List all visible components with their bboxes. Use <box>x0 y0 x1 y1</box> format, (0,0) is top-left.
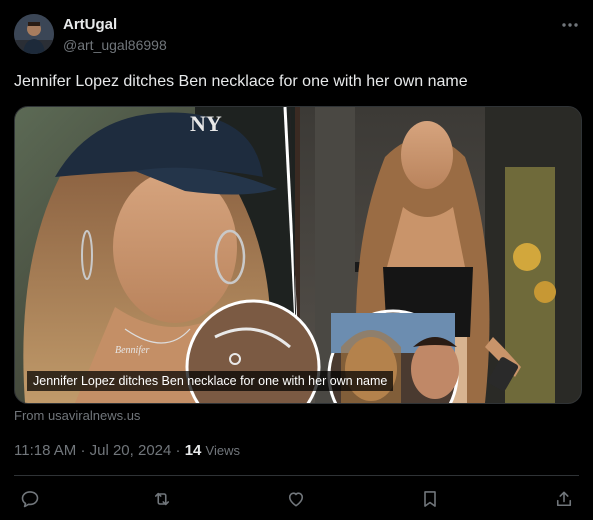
like-button[interactable] <box>285 488 307 510</box>
more-options-button[interactable] <box>556 14 584 36</box>
avatar[interactable] <box>14 14 54 54</box>
source-link[interactable]: From usaviralnews.us <box>14 408 140 423</box>
tweet-text: Jennifer Lopez ditches Ben necklace for … <box>14 73 468 90</box>
reply-button[interactable] <box>19 488 41 510</box>
tweet-time[interactable]: 11:18 AM <box>14 442 76 459</box>
share-icon <box>556 491 572 507</box>
share-button[interactable] <box>553 488 575 510</box>
cap-logo: NY <box>190 111 222 136</box>
bookmark-button[interactable] <box>419 488 441 510</box>
tweet: ArtUgal @art_ugal86998 Jennifer Lopez di… <box>0 0 593 520</box>
retweet-button[interactable] <box>151 488 173 510</box>
views-count: 14 <box>184 442 202 459</box>
reply-icon <box>21 491 39 508</box>
meta-separator: · <box>80 442 86 459</box>
more-dots-icon <box>562 23 578 27</box>
display-name[interactable]: ArtUgal <box>63 16 117 33</box>
action-bar <box>0 484 593 514</box>
media-card[interactable]: NY Bennifer Jennifer Lopez ditches Ben n… <box>14 106 582 404</box>
tweet-date[interactable]: Jul 20, 2024 <box>90 442 172 459</box>
meta-separator: · <box>175 442 181 459</box>
tweet-meta: 11:18 AM · Jul 20, 2024 · 14 Views <box>14 442 240 459</box>
handle[interactable]: @art_ugal86998 <box>63 37 167 53</box>
divider <box>14 475 579 476</box>
bookmark-icon <box>424 491 436 507</box>
necklace-text: Bennifer <box>115 345 150 356</box>
media-image: NY Bennifer <box>15 107 581 403</box>
media-caption: Jennifer Lopez ditches Ben necklace for … <box>27 371 394 391</box>
avatar-image <box>14 14 54 54</box>
retweet-icon <box>154 492 170 506</box>
views-label: Views <box>205 443 240 458</box>
like-icon <box>288 492 304 507</box>
